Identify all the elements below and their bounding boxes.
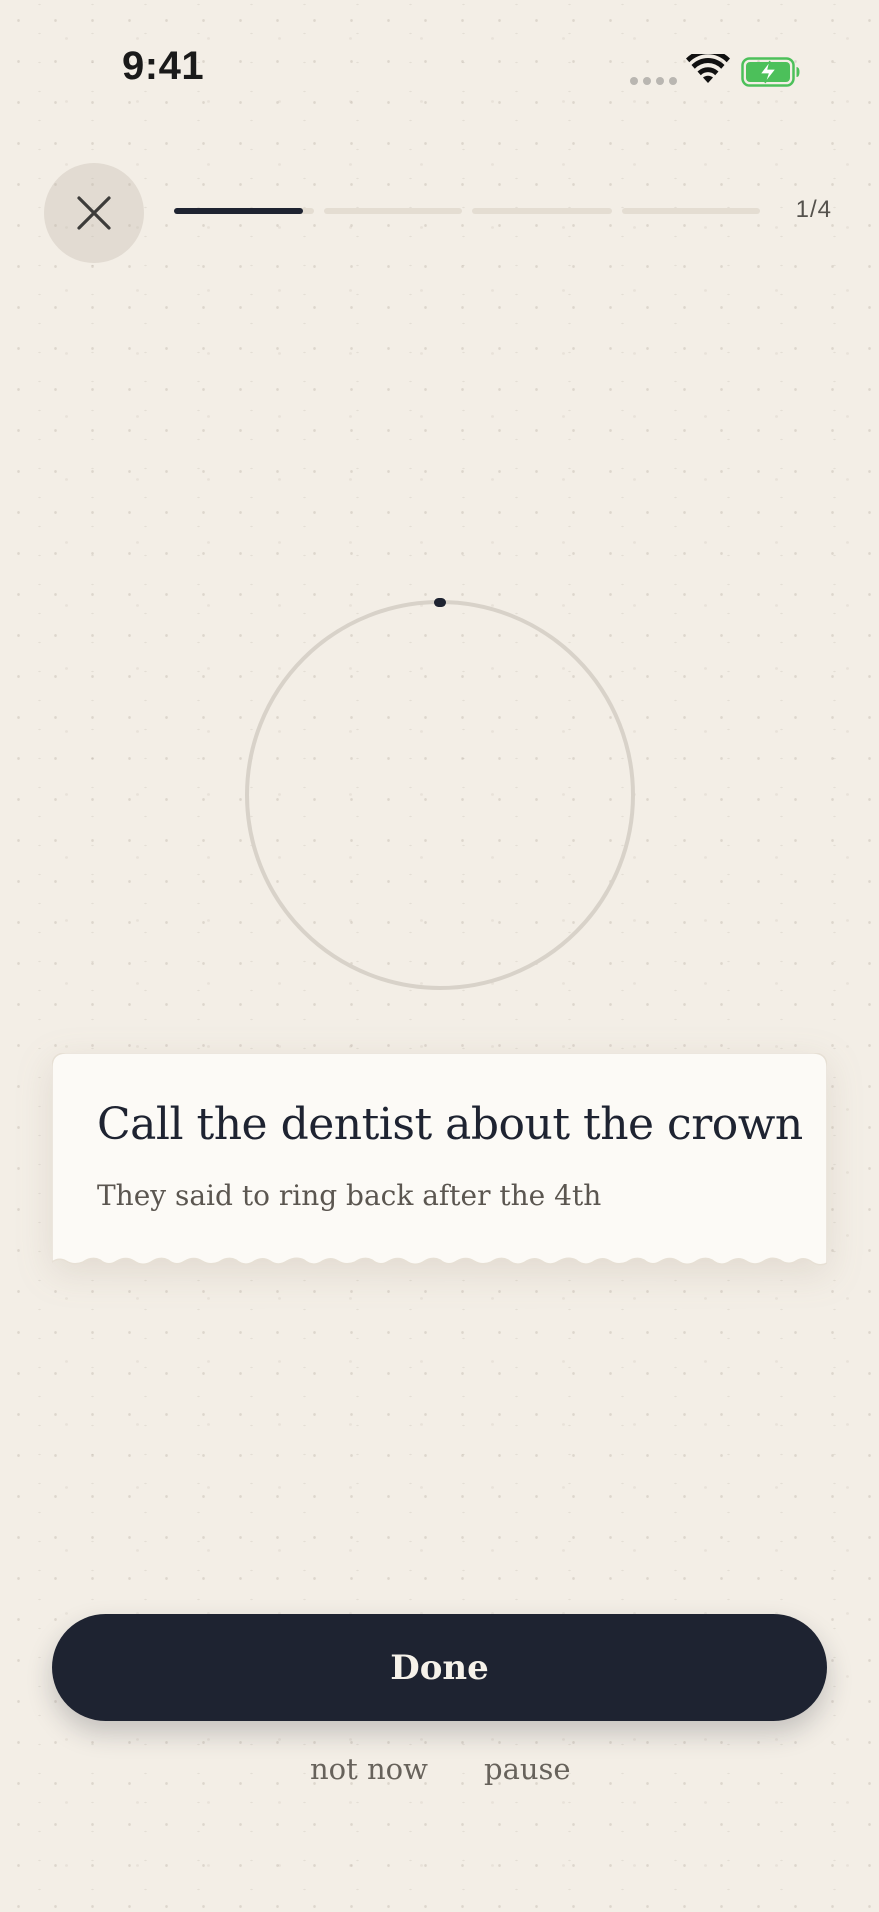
task-card: Call the dentist about the crown They sa… [52,1053,827,1269]
done-button[interactable]: Done [52,1614,827,1721]
close-icon [77,196,111,230]
progress-segment-1-fill [174,208,303,214]
progress-segment-4 [622,208,760,214]
status-time: 9:41 [122,44,205,88]
progress-segment-1 [174,208,314,214]
progress-segment-3 [472,208,612,214]
status-bar: 9:41 [0,0,879,140]
signal-dots-icon [630,77,677,85]
progress-segment-2 [324,208,462,214]
not-now-button[interactable]: not now [310,1752,428,1786]
task-note: They said to ring back after the 4th [97,1179,602,1212]
progress-count: 1/4 [795,196,832,223]
pause-button[interactable]: pause [484,1752,571,1786]
battery-charging-icon [741,57,800,87]
torn-paper-card [52,1053,827,1266]
timer-marker [434,598,446,607]
timer-ring [245,598,635,990]
close-button[interactable] [44,163,144,263]
task-title: Call the dentist about the crown [97,1099,803,1150]
wifi-icon [686,54,730,83]
